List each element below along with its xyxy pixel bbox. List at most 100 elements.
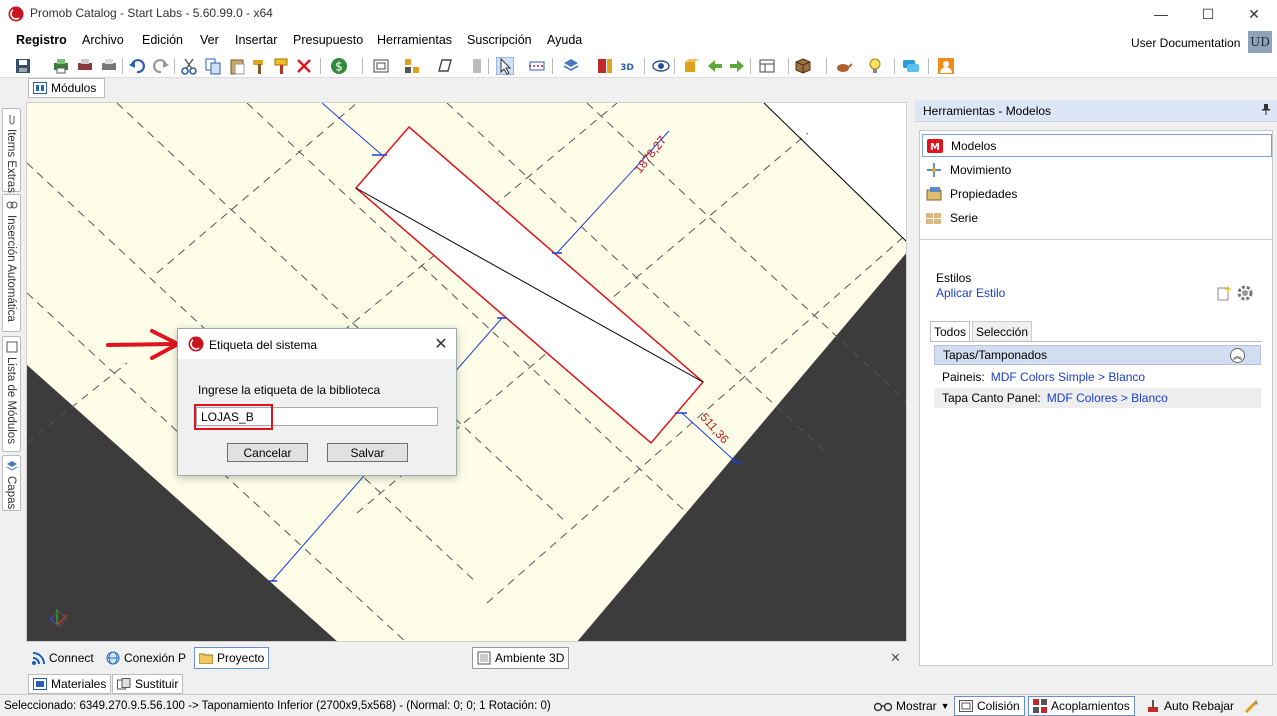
chevron-down-icon: ▼ xyxy=(940,701,950,711)
mtab-materiales[interactable]: Materiales xyxy=(28,674,112,694)
panel-item-movimiento-label: Movimiento xyxy=(950,162,1012,177)
user-icon[interactable] xyxy=(937,57,955,75)
ruler-icon[interactable] xyxy=(596,57,614,75)
left-side-rail: Items Extras Inserción Automática Lista … xyxy=(0,100,24,692)
avatar[interactable]: UD xyxy=(1248,31,1272,53)
cancel-button[interactable]: Cancelar xyxy=(227,443,308,462)
panel-item-modelos-label: Modelos xyxy=(951,138,997,153)
vtab-insercion-automatica[interactable]: Inserción Automática xyxy=(2,194,21,332)
print-icon[interactable] xyxy=(52,57,70,75)
menu-insertar[interactable]: Insertar xyxy=(235,33,277,47)
save-icon[interactable] xyxy=(14,57,32,75)
toolbar-separator xyxy=(320,58,321,74)
new-style-icon[interactable] xyxy=(1216,285,1232,301)
tab-seleccion[interactable]: Selección xyxy=(972,321,1032,341)
user-name[interactable]: User Documentation xyxy=(1131,36,1240,50)
menu-archivo[interactable]: Archivo xyxy=(82,33,124,47)
mostrar-dropdown[interactable]: Mostrar ▼ xyxy=(870,696,954,716)
colision-toggle[interactable]: Colisión xyxy=(954,696,1025,716)
menu-herramientas[interactable]: Herramientas xyxy=(377,33,452,47)
panel-item-serie[interactable]: Serie xyxy=(922,206,1272,229)
menu-registro[interactable]: Registro xyxy=(16,33,67,47)
copy-icon[interactable] xyxy=(204,57,222,75)
bottom-close-icon[interactable]: ✕ xyxy=(890,650,901,666)
view-icon[interactable] xyxy=(652,57,670,75)
window-icon[interactable] xyxy=(372,57,390,75)
vtab-lista-de-modulos[interactable]: Lista de Módulos xyxy=(2,336,21,452)
dialog-close-button[interactable]: ✕ xyxy=(431,334,451,354)
delete-icon[interactable] xyxy=(295,57,313,75)
measure-icon[interactable] xyxy=(528,57,546,75)
etiqueta-dialog: Etiqueta del sistema ✕ Ingrese la etique… xyxy=(177,328,457,476)
menu-suscripcion[interactable]: Suscripción xyxy=(467,33,532,47)
menu-ayuda[interactable]: Ayuda xyxy=(547,33,582,47)
menu-ver[interactable]: Ver xyxy=(200,33,219,47)
collapse-icon[interactable]: ︽ xyxy=(1230,348,1245,363)
cut-icon[interactable] xyxy=(180,57,198,75)
redo-icon[interactable] xyxy=(152,57,170,75)
gray-bar-icon[interactable] xyxy=(468,57,486,75)
tab-todos[interactable]: Todos xyxy=(930,321,970,341)
minimize-button[interactable]: — xyxy=(1138,0,1184,28)
vtab-capas[interactable]: Capas xyxy=(2,455,21,511)
tools-panel-body: M Modelos Movimiento Propiedades Serie E… xyxy=(919,130,1273,666)
btab-connect[interactable]: Connect xyxy=(28,647,98,669)
tab-modulos-label: Módulos xyxy=(51,81,97,95)
close-button[interactable]: ✕ xyxy=(1231,0,1277,28)
arrow-left-icon[interactable] xyxy=(706,57,724,75)
paste-icon[interactable] xyxy=(228,57,246,75)
vtab-items-extras[interactable]: Items Extras xyxy=(2,108,21,193)
menu-edicion[interactable]: Edición xyxy=(142,33,183,47)
toolbar-separator xyxy=(750,58,751,74)
environment-3d-icon xyxy=(477,651,491,665)
budget-icon[interactable]: $ xyxy=(330,57,348,75)
paint-icon[interactable] xyxy=(272,57,290,75)
save-button[interactable]: Salvar xyxy=(327,443,408,462)
teapot-icon[interactable] xyxy=(834,57,852,75)
acoplamientos-toggle[interactable]: Acoplamientos xyxy=(1028,696,1135,716)
menu-presupuesto[interactable]: Presupuesto xyxy=(293,33,363,47)
grid-icon[interactable] xyxy=(403,57,421,75)
panel-item-movimiento[interactable]: Movimiento xyxy=(922,158,1272,181)
maximize-button[interactable]: ☐ xyxy=(1185,0,1231,28)
auto-rebajar-toggle[interactable]: Auto Rebajar xyxy=(1142,696,1238,716)
prop-value-link[interactable]: MDF Colors Simple > Blanco xyxy=(991,370,1145,384)
chat-icon[interactable] xyxy=(902,57,920,75)
prop-row-tapa-canto[interactable]: Tapa Canto Panel: MDF Colores > Blanco xyxy=(934,388,1261,408)
input-highlight-box xyxy=(194,404,273,430)
gear-icon[interactable] xyxy=(1237,285,1253,301)
cube-move-icon[interactable] xyxy=(682,57,700,75)
panel-item-modelos[interactable]: M Modelos xyxy=(922,134,1272,157)
wand-icon[interactable] xyxy=(1244,698,1260,714)
svg-text:M: M xyxy=(930,142,940,153)
undo-icon[interactable] xyxy=(128,57,146,75)
prop-value-link[interactable]: MDF Colores > Blanco xyxy=(1047,391,1168,405)
frame-icon[interactable] xyxy=(758,57,776,75)
dialog-header: Etiqueta del sistema ✕ xyxy=(178,329,456,359)
tab-modulos[interactable]: Módulos xyxy=(28,78,105,98)
tab-underline xyxy=(930,341,1262,342)
app-logo-icon xyxy=(188,336,204,352)
select-icon[interactable] xyxy=(496,57,514,75)
printer-icon[interactable] xyxy=(100,57,118,75)
layers-icon[interactable] xyxy=(562,57,580,75)
3d-icon[interactable]: 3D xyxy=(618,57,636,75)
apply-style-link[interactable]: Aplicar Estilo xyxy=(936,286,1005,300)
cube-icon[interactable] xyxy=(794,57,812,75)
tools-panel: Herramientas - Modelos M Modelos Movimie… xyxy=(915,100,1277,692)
floor-plan-view[interactable]: 1878,27 511,36 xyxy=(27,103,907,642)
drawing-canvas[interactable]: 1878,27 511,36 xyxy=(26,102,907,642)
print-preview-icon[interactable] xyxy=(76,57,94,75)
lightbulb-icon[interactable] xyxy=(866,57,884,75)
panel-item-propiedades[interactable]: Propiedades xyxy=(922,182,1272,205)
btab-ambiente-3d[interactable]: Ambiente 3D xyxy=(472,647,570,669)
pin-icon[interactable] xyxy=(1261,103,1271,118)
btab-proyecto[interactable]: Proyecto xyxy=(194,647,270,669)
prop-row-paineis[interactable]: Paineis: MDF Colors Simple > Blanco xyxy=(934,367,1261,387)
group-tapas-tamponados[interactable]: Tapas/Tamponados xyxy=(934,345,1261,365)
hammer-icon[interactable] xyxy=(250,57,268,75)
shape-icon[interactable] xyxy=(436,57,454,75)
arrow-right-icon[interactable] xyxy=(728,57,746,75)
btab-conexion[interactable]: Conexión P xyxy=(102,647,190,669)
mtab-sustituir[interactable]: Sustituir xyxy=(112,674,184,694)
